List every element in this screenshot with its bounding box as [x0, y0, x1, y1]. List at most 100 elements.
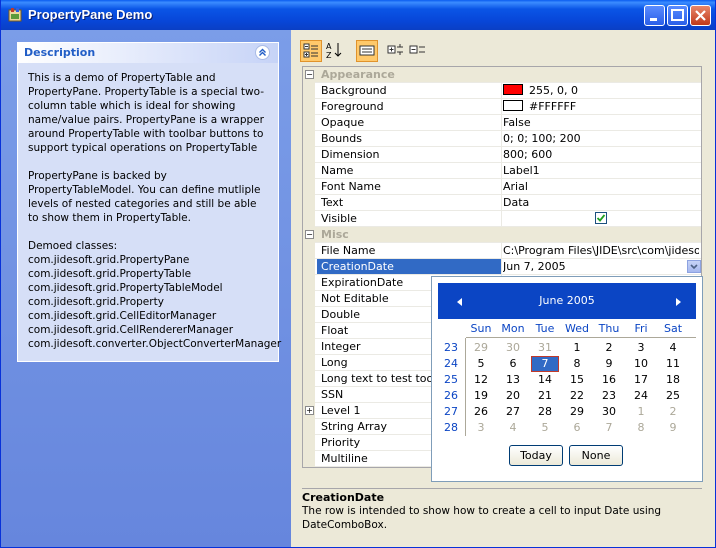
day-cell[interactable]: 3: [465, 421, 497, 434]
day-cell[interactable]: 27: [497, 405, 529, 418]
categorized-view-button[interactable]: [300, 40, 322, 62]
property-value[interactable]: 0; 0; 100; 200: [503, 132, 699, 145]
property-row[interactable]: Font Name Arial: [303, 179, 701, 195]
class-name: com.jidesoft.grid.CellEditorManager: [28, 310, 217, 322]
property-row[interactable]: Visible: [303, 211, 701, 227]
day-cell[interactable]: 17: [625, 373, 657, 386]
day-cell[interactable]: 14: [529, 373, 561, 386]
property-row[interactable]: Dimension 800; 600: [303, 147, 701, 163]
week-number: 28: [444, 421, 458, 434]
day-cell[interactable]: 4: [657, 341, 689, 354]
day-cell[interactable]: 31: [529, 341, 561, 354]
day-cell[interactable]: 16: [593, 373, 625, 386]
day-cell[interactable]: 29: [465, 341, 497, 354]
property-row[interactable]: CreationDate Jun 7, 2005: [303, 259, 701, 275]
day-cell[interactable]: 15: [561, 373, 593, 386]
minimize-button[interactable]: [644, 5, 665, 26]
day-cell[interactable]: 9: [657, 421, 689, 434]
day-cell[interactable]: 28: [529, 405, 561, 418]
property-value[interactable]: Data: [503, 196, 699, 209]
property-row[interactable]: Opaque False: [303, 115, 701, 131]
day-cell[interactable]: 1: [625, 405, 657, 418]
property-value[interactable]: 800; 600: [503, 148, 699, 161]
property-row[interactable]: Bounds 0; 0; 100; 200: [303, 131, 701, 147]
day-cell[interactable]: 19: [465, 389, 497, 402]
close-button[interactable]: [690, 5, 711, 26]
expand-icon[interactable]: +: [305, 406, 314, 415]
property-value[interactable]: Arial: [503, 180, 699, 193]
collapse-all-button[interactable]: [408, 40, 430, 62]
description-panel: Description This is a demo of PropertyTa…: [17, 42, 281, 362]
column-separator: [501, 243, 502, 259]
day-cell[interactable]: 1: [561, 341, 593, 354]
property-row[interactable]: Foreground #FFFFFF: [303, 99, 701, 115]
maximize-button[interactable]: [667, 5, 688, 26]
collapse-panel-button[interactable]: [255, 45, 270, 60]
day-cell[interactable]: 23: [593, 389, 625, 402]
day-cell[interactable]: 30: [497, 341, 529, 354]
none-button[interactable]: None: [569, 445, 623, 466]
expand-all-button[interactable]: [386, 40, 408, 62]
day-of-week-header: Sun: [470, 322, 492, 335]
day-cell[interactable]: 8: [561, 357, 593, 370]
property-value[interactable]: Jun 7, 2005: [503, 260, 699, 273]
property-value[interactable]: 255, 0, 0: [503, 84, 699, 97]
day-cell[interactable]: 2: [657, 405, 689, 418]
day-cell[interactable]: 2: [593, 341, 625, 354]
day-cell[interactable]: 13: [497, 373, 529, 386]
today-button[interactable]: Today: [509, 445, 563, 466]
property-value[interactable]: Label1: [503, 164, 699, 177]
day-cell[interactable]: 22: [561, 389, 593, 402]
title-bar[interactable]: PropertyPane Demo: [1, 0, 715, 30]
property-value[interactable]: False: [503, 116, 699, 129]
date-combo-dropdown-button[interactable]: [687, 260, 701, 273]
property-value-text: #FFFFFF: [529, 100, 577, 113]
day-cell[interactable]: 12: [465, 373, 497, 386]
color-swatch: [503, 84, 523, 95]
property-row[interactable]: File Name C:\Program Files\JIDE\src\com\j…: [303, 243, 701, 259]
day-cell[interactable]: 26: [465, 405, 497, 418]
day-cell[interactable]: 6: [497, 357, 529, 370]
day-cell[interactable]: 10: [625, 357, 657, 370]
day-of-week-header: Mon: [501, 322, 525, 335]
day-cell[interactable]: 3: [625, 341, 657, 354]
day-cell[interactable]: 7: [593, 421, 625, 434]
property-row[interactable]: Name Label1: [303, 163, 701, 179]
property-value[interactable]: #FFFFFF: [503, 100, 699, 113]
day-cell[interactable]: 8: [625, 421, 657, 434]
collapse-icon[interactable]: −: [305, 70, 314, 79]
visible-checkbox[interactable]: [595, 212, 607, 224]
description-toggle-button[interactable]: [356, 40, 378, 62]
day-cell[interactable]: 5: [465, 357, 497, 370]
day-cell[interactable]: 24: [625, 389, 657, 402]
property-description-box: CreationDate The row is intended to show…: [302, 488, 702, 534]
next-month-button[interactable]: [674, 297, 682, 307]
property-name: Font Name: [321, 180, 381, 193]
sort-alphabetical-button[interactable]: A Z: [324, 40, 346, 62]
property-row[interactable]: Background 255, 0, 0: [303, 83, 701, 99]
selected-day-cell[interactable]: 7: [531, 356, 559, 372]
property-value[interactable]: C:\Program Files\JIDE\src\com\jidesoft..…: [503, 244, 699, 257]
property-name: Background: [321, 84, 387, 97]
day-cell[interactable]: 20: [497, 389, 529, 402]
property-description-text: The row is intended to show how to creat…: [302, 505, 662, 531]
column-separator: [501, 211, 502, 227]
day-cell[interactable]: 6: [561, 421, 593, 434]
collapse-icon[interactable]: −: [305, 230, 314, 239]
day-cell[interactable]: 25: [657, 389, 689, 402]
week-number: 26: [444, 389, 458, 402]
day-cell[interactable]: 9: [593, 357, 625, 370]
day-cell[interactable]: 21: [529, 389, 561, 402]
close-icon: [695, 10, 706, 21]
description-panel-header[interactable]: Description: [18, 43, 278, 63]
category-row[interactable]: − Misc: [303, 227, 701, 243]
day-cell[interactable]: 5: [529, 421, 561, 434]
row-gutter: [303, 131, 315, 147]
day-cell[interactable]: 4: [497, 421, 529, 434]
day-cell[interactable]: 11: [657, 357, 689, 370]
property-row[interactable]: Text Data: [303, 195, 701, 211]
day-cell[interactable]: 18: [657, 373, 689, 386]
day-cell[interactable]: 29: [561, 405, 593, 418]
day-cell[interactable]: 30: [593, 405, 625, 418]
category-row[interactable]: − Appearance: [303, 67, 701, 83]
